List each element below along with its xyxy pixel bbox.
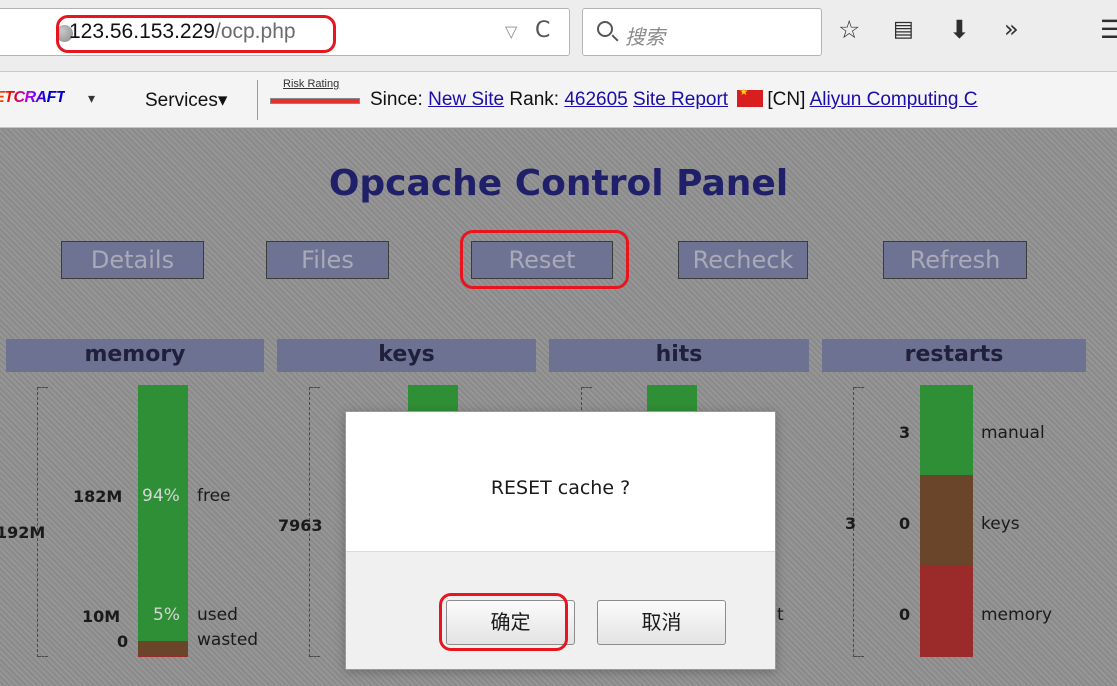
url-dropdown-icon[interactable]: ▽ xyxy=(505,22,517,41)
recheck-button[interactable]: Recheck xyxy=(678,241,808,279)
memory-used-value: 10M xyxy=(82,607,121,626)
details-button[interactable]: Details xyxy=(61,241,204,279)
bookmark-star-icon[interactable]: ☆ xyxy=(838,17,860,42)
url-highlight-annotation xyxy=(56,15,336,53)
restarts-manual-segment xyxy=(920,385,973,475)
restarts-bar xyxy=(920,385,973,657)
hits-header: hits xyxy=(549,339,809,372)
memory-used-label: used xyxy=(197,605,238,625)
memory-header: memory xyxy=(6,339,264,372)
country-code: [CN] xyxy=(767,89,806,110)
dialog-message: RESET cache ? xyxy=(490,477,631,499)
memory-wasted-segment xyxy=(138,655,188,657)
restarts-memory-segment xyxy=(920,565,973,657)
memory-axis xyxy=(37,387,48,657)
keys-header: keys xyxy=(277,339,536,372)
hosting-link[interactable]: Aliyun Computing C xyxy=(810,89,978,110)
page-title: Opcache Control Panel xyxy=(328,163,789,204)
memory-used-percent: 5% xyxy=(153,605,180,625)
reload-icon[interactable]: C xyxy=(535,18,550,43)
restarts-manual-label: manual xyxy=(981,423,1045,443)
site-info: Since: New Site Rank: 462605 Site Report… xyxy=(370,87,978,111)
restarts-keys-label: keys xyxy=(981,514,1020,534)
services-menu[interactable]: Services▾ xyxy=(145,89,227,112)
netcraft-toolbar: ETCRAFT ▾ Services▾ Risk Rating Since: N… xyxy=(0,72,1117,128)
restarts-total-label: 3 xyxy=(845,514,857,533)
reading-list-icon[interactable]: ▤ xyxy=(893,19,914,41)
files-button[interactable]: Files xyxy=(266,241,389,279)
netcraft-menu-chevron-icon[interactable]: ▾ xyxy=(88,90,95,107)
site-report-link[interactable]: Site Report xyxy=(633,89,728,110)
restarts-keys-segment xyxy=(920,475,973,565)
memory-free-label: free xyxy=(197,486,231,506)
risk-rating-bar[interactable] xyxy=(270,98,360,104)
hits-partial-label: t xyxy=(777,605,784,625)
reset-highlight-annotation xyxy=(460,230,629,289)
since-link[interactable]: New Site xyxy=(428,89,504,110)
menu-hamburger-icon[interactable]: ☰ xyxy=(1100,17,1117,42)
restarts-manual-value: 3 xyxy=(899,423,911,442)
keys-total-label: 7963 xyxy=(278,516,323,535)
china-flag-icon xyxy=(737,87,764,107)
restarts-memory-value: 0 xyxy=(899,605,911,624)
toolbar-divider xyxy=(257,80,258,120)
search-placeholder: 搜索 xyxy=(625,25,665,49)
confirm-dialog: RESET cache ? 确定 取消 xyxy=(345,411,776,670)
rank-link[interactable]: 462605 xyxy=(564,89,627,110)
rank-label: Rank: xyxy=(509,89,560,110)
memory-free-segment xyxy=(138,385,188,641)
search-icon xyxy=(597,21,613,37)
netcraft-logo[interactable]: ETCRAFT xyxy=(0,89,66,107)
memory-used-segment xyxy=(138,641,188,655)
cancel-button[interactable]: 取消 xyxy=(597,600,726,645)
memory-wasted-value: 0 xyxy=(117,632,129,651)
memory-free-percent: 94% xyxy=(142,486,180,506)
memory-total-label: 192M xyxy=(0,523,46,542)
memory-wasted-label: wasted xyxy=(197,630,259,650)
restarts-keys-value: 0 xyxy=(899,514,911,533)
restarts-memory-label: memory xyxy=(981,605,1053,625)
ok-highlight-annotation xyxy=(439,593,568,651)
since-label: Since: xyxy=(370,89,423,110)
download-arrow-icon[interactable]: ⬇ xyxy=(949,17,970,42)
overflow-chevron-icon[interactable]: » xyxy=(1004,17,1019,41)
browser-toolbar: 123.56.153.229/ocp.php ▽ C 搜索 ☆ ▤ ⬇ » ☰ xyxy=(0,0,1117,72)
memory-free-value: 182M xyxy=(73,487,123,506)
risk-rating-label[interactable]: Risk Rating xyxy=(283,78,339,90)
search-box[interactable]: 搜索 xyxy=(582,8,822,56)
refresh-button[interactable]: Refresh xyxy=(883,241,1027,279)
restarts-header: restarts xyxy=(822,339,1086,372)
dialog-footer: 确定 取消 xyxy=(346,551,775,669)
